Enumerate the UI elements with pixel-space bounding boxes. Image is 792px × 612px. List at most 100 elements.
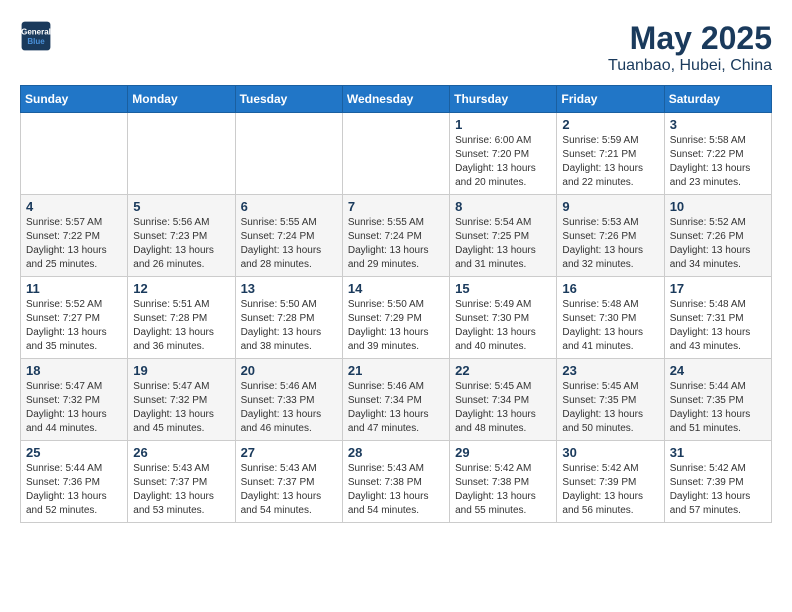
calendar-body: 1 Sunrise: 6:00 AMSunset: 7:20 PMDaylight… xyxy=(21,113,772,523)
calendar-week-2: 4Sunrise: 5:57 AMSunset: 7:22 PMDaylight… xyxy=(21,195,772,277)
month-title: May 2025 xyxy=(608,20,772,57)
day-number: 24 xyxy=(670,363,766,378)
calendar-cell: 4Sunrise: 5:57 AMSunset: 7:22 PMDaylight… xyxy=(21,195,128,277)
day-info: Sunrise: 5:50 AMSunset: 7:29 PMDaylight:… xyxy=(348,298,444,354)
day-info: Sunrise: 6:00 AMSunset: 7:20 PMDaylight:… xyxy=(455,134,551,190)
day-number: 7 xyxy=(348,199,444,214)
calendar-cell: 19 Sunrise: 5:47 AMSunset: 7:32 PMDayligh… xyxy=(128,359,235,441)
calendar-cell: 30Sunrise: 5:42 AMSunset: 7:39 PMDayligh… xyxy=(557,441,664,523)
calendar-cell: 21 Sunrise: 5:46 AMSunset: 7:34 PMDayligh… xyxy=(342,359,449,441)
calendar-cell: 6 Sunrise: 5:55 AMSunset: 7:24 PMDaylight… xyxy=(235,195,342,277)
day-info: Sunrise: 5:45 AMSunset: 7:35 PMDaylight:… xyxy=(562,380,658,436)
day-number: 26 xyxy=(133,445,229,460)
day-number: 27 xyxy=(241,445,337,460)
day-info: Sunrise: 5:57 AMSunset: 7:22 PMDaylight:… xyxy=(26,216,122,272)
calendar-cell: 1 Sunrise: 6:00 AMSunset: 7:20 PMDaylight… xyxy=(450,113,557,195)
day-info: Sunrise: 5:59 AMSunset: 7:21 PMDaylight:… xyxy=(562,134,658,190)
calendar-cell xyxy=(21,113,128,195)
calendar-cell: 11Sunrise: 5:52 AMSunset: 7:27 PMDayligh… xyxy=(21,277,128,359)
calendar-cell: 3 Sunrise: 5:58 AMSunset: 7:22 PMDaylight… xyxy=(664,113,771,195)
day-info: Sunrise: 5:47 AMSunset: 7:32 PMDaylight:… xyxy=(133,380,229,436)
calendar-week-3: 11Sunrise: 5:52 AMSunset: 7:27 PMDayligh… xyxy=(21,277,772,359)
day-info: Sunrise: 5:50 AMSunset: 7:28 PMDaylight:… xyxy=(241,298,337,354)
day-info: Sunrise: 5:43 AMSunset: 7:37 PMDaylight:… xyxy=(133,462,229,518)
calendar-cell: 17Sunrise: 5:48 AMSunset: 7:31 PMDayligh… xyxy=(664,277,771,359)
day-number: 13 xyxy=(241,281,337,296)
day-info: Sunrise: 5:47 AMSunset: 7:32 PMDaylight:… xyxy=(26,380,122,436)
calendar-cell: 5Sunrise: 5:56 AMSunset: 7:23 PMDaylight… xyxy=(128,195,235,277)
day-number: 1 xyxy=(455,117,551,132)
day-number: 3 xyxy=(670,117,766,132)
weekday-friday: Friday xyxy=(557,86,664,113)
location: Tuanbao, Hubei, China xyxy=(608,57,772,75)
calendar-cell: 7 Sunrise: 5:55 AMSunset: 7:24 PMDaylight… xyxy=(342,195,449,277)
weekday-header-row: SundayMondayTuesdayWednesdayThursdayFrid… xyxy=(21,86,772,113)
day-info: Sunrise: 5:52 AMSunset: 7:26 PMDaylight:… xyxy=(670,216,766,272)
day-info: Sunrise: 5:42 AMSunset: 7:39 PMDaylight:… xyxy=(670,462,766,518)
day-number: 17 xyxy=(670,281,766,296)
day-number: 23 xyxy=(562,363,658,378)
day-number: 9 xyxy=(562,199,658,214)
day-info: Sunrise: 5:55 AMSunset: 7:24 PMDaylight:… xyxy=(241,216,337,272)
day-info: Sunrise: 5:42 AMSunset: 7:39 PMDaylight:… xyxy=(562,462,658,518)
day-info: Sunrise: 5:56 AMSunset: 7:23 PMDaylight:… xyxy=(133,216,229,272)
day-info: Sunrise: 5:51 AMSunset: 7:28 PMDaylight:… xyxy=(133,298,229,354)
calendar-week-5: 25 Sunrise: 5:44 AMSunset: 7:36 PMDayligh… xyxy=(21,441,772,523)
day-number: 25 xyxy=(26,445,122,460)
day-info: Sunrise: 5:49 AMSunset: 7:30 PMDaylight:… xyxy=(455,298,551,354)
day-info: Sunrise: 5:46 AMSunset: 7:33 PMDaylight:… xyxy=(241,380,337,436)
title-block: May 2025 Tuanbao, Hubei, China xyxy=(608,20,772,75)
calendar-cell: 9Sunrise: 5:53 AMSunset: 7:26 PMDaylight… xyxy=(557,195,664,277)
calendar-cell: 18Sunrise: 5:47 AMSunset: 7:32 PMDayligh… xyxy=(21,359,128,441)
svg-text:General: General xyxy=(21,27,51,36)
logo: General Blue xyxy=(20,20,52,52)
calendar-cell: 15Sunrise: 5:49 AMSunset: 7:30 PMDayligh… xyxy=(450,277,557,359)
day-number: 21 xyxy=(348,363,444,378)
calendar-cell: 16 Sunrise: 5:48 AMSunset: 7:30 PMDayligh… xyxy=(557,277,664,359)
day-info: Sunrise: 5:43 AMSunset: 7:38 PMDaylight:… xyxy=(348,462,444,518)
day-info: Sunrise: 5:55 AMSunset: 7:24 PMDaylight:… xyxy=(348,216,444,272)
day-info: Sunrise: 5:58 AMSunset: 7:22 PMDaylight:… xyxy=(670,134,766,190)
calendar-cell: 29Sunrise: 5:42 AMSunset: 7:38 PMDayligh… xyxy=(450,441,557,523)
day-info: Sunrise: 5:46 AMSunset: 7:34 PMDaylight:… xyxy=(348,380,444,436)
calendar-cell: 13 Sunrise: 5:50 AMSunset: 7:28 PMDayligh… xyxy=(235,277,342,359)
calendar-cell: 2 Sunrise: 5:59 AMSunset: 7:21 PMDaylight… xyxy=(557,113,664,195)
day-number: 2 xyxy=(562,117,658,132)
day-info: Sunrise: 5:48 AMSunset: 7:30 PMDaylight:… xyxy=(562,298,658,354)
calendar-cell: 27 Sunrise: 5:43 AMSunset: 7:37 PMDayligh… xyxy=(235,441,342,523)
calendar-cell xyxy=(235,113,342,195)
day-info: Sunrise: 5:44 AMSunset: 7:35 PMDaylight:… xyxy=(670,380,766,436)
page-header: General Blue May 2025 Tuanbao, Hubei, Ch… xyxy=(20,20,772,75)
day-number: 6 xyxy=(241,199,337,214)
calendar-cell: 28 Sunrise: 5:43 AMSunset: 7:38 PMDayligh… xyxy=(342,441,449,523)
calendar-table: SundayMondayTuesdayWednesdayThursdayFrid… xyxy=(20,85,772,523)
day-number: 14 xyxy=(348,281,444,296)
calendar-cell: 22Sunrise: 5:45 AMSunset: 7:34 PMDayligh… xyxy=(450,359,557,441)
day-number: 16 xyxy=(562,281,658,296)
weekday-tuesday: Tuesday xyxy=(235,86,342,113)
day-number: 20 xyxy=(241,363,337,378)
day-number: 12 xyxy=(133,281,229,296)
day-number: 10 xyxy=(670,199,766,214)
calendar-week-4: 18Sunrise: 5:47 AMSunset: 7:32 PMDayligh… xyxy=(21,359,772,441)
calendar-week-1: 1 Sunrise: 6:00 AMSunset: 7:20 PMDaylight… xyxy=(21,113,772,195)
calendar-cell xyxy=(128,113,235,195)
day-number: 31 xyxy=(670,445,766,460)
calendar-cell: 20 Sunrise: 5:46 AMSunset: 7:33 PMDayligh… xyxy=(235,359,342,441)
day-info: Sunrise: 5:43 AMSunset: 7:37 PMDaylight:… xyxy=(241,462,337,518)
weekday-wednesday: Wednesday xyxy=(342,86,449,113)
day-number: 19 xyxy=(133,363,229,378)
day-info: Sunrise: 5:45 AMSunset: 7:34 PMDaylight:… xyxy=(455,380,551,436)
day-number: 11 xyxy=(26,281,122,296)
calendar-cell: 31 Sunrise: 5:42 AMSunset: 7:39 PMDayligh… xyxy=(664,441,771,523)
svg-text:Blue: Blue xyxy=(27,37,45,46)
day-number: 29 xyxy=(455,445,551,460)
calendar-cell: 25 Sunrise: 5:44 AMSunset: 7:36 PMDayligh… xyxy=(21,441,128,523)
calendar-cell: 14 Sunrise: 5:50 AMSunset: 7:29 PMDayligh… xyxy=(342,277,449,359)
day-number: 28 xyxy=(348,445,444,460)
day-info: Sunrise: 5:44 AMSunset: 7:36 PMDaylight:… xyxy=(26,462,122,518)
weekday-saturday: Saturday xyxy=(664,86,771,113)
weekday-thursday: Thursday xyxy=(450,86,557,113)
calendar-cell: 8Sunrise: 5:54 AMSunset: 7:25 PMDaylight… xyxy=(450,195,557,277)
calendar-cell xyxy=(342,113,449,195)
